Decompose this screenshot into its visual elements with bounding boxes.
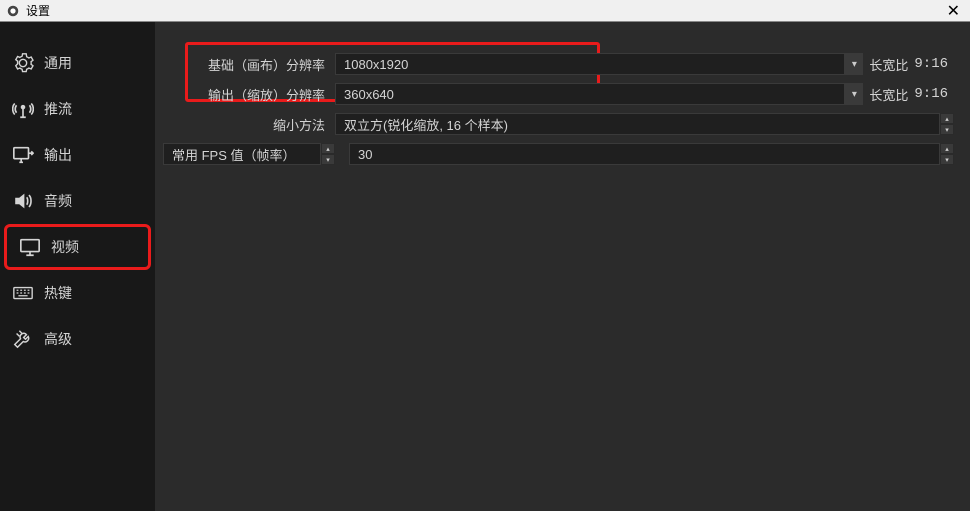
sidebar-item-general[interactable]: 通用	[0, 40, 155, 86]
content-panel: 基础（画布）分辨率 1080x1920 ▾ 长宽比 9:16 输出（缩放）分辨率…	[155, 22, 970, 511]
fps-value-combo[interactable]: 30	[349, 143, 940, 165]
output-resolution-value: 360x640	[344, 87, 394, 102]
app-icon	[6, 4, 20, 18]
aspect-label: 长宽比	[863, 55, 914, 74]
aspect-label: 长宽比	[863, 85, 914, 104]
keyboard-icon	[12, 282, 34, 304]
fps-type-label: 常用 FPS 值（帧率）	[172, 145, 296, 164]
monitor-icon	[19, 236, 41, 258]
output-resolution-combo[interactable]: 360x640	[335, 83, 845, 105]
antenna-icon	[12, 98, 34, 120]
sidebar-item-label: 通用	[44, 53, 72, 73]
fps-type-spinner[interactable]: ▴ ▾	[321, 143, 335, 165]
chevron-down-icon[interactable]: ▾	[321, 154, 335, 165]
fps-type-combo[interactable]: 常用 FPS 值（帧率）	[163, 143, 321, 165]
chevron-up-icon[interactable]: ▴	[321, 143, 335, 154]
sidebar-item-label: 推流	[44, 99, 72, 119]
sidebar-item-hotkeys[interactable]: 热键	[0, 270, 155, 316]
chevron-up-icon[interactable]: ▴	[940, 113, 954, 124]
sidebar-item-label: 高级	[44, 329, 72, 349]
chevron-up-icon[interactable]: ▴	[940, 143, 954, 154]
sidebar-item-label: 热键	[44, 283, 72, 303]
fps-value: 30	[358, 147, 372, 162]
base-resolution-combo[interactable]: 1080x1920	[335, 53, 845, 75]
base-resolution-label: 基础（画布）分辨率	[155, 55, 335, 74]
aspect-value-output: 9:16	[914, 86, 954, 102]
dropdown-icon[interactable]: ▾	[845, 53, 863, 75]
close-button[interactable]: ✕	[943, 1, 964, 21]
sidebar: 通用 推流 输出 音频	[0, 22, 155, 511]
aspect-value-base: 9:16	[914, 56, 954, 72]
sidebar-item-label: 视频	[51, 237, 79, 257]
scale-method-combo[interactable]: 双立方(锐化缩放, 16 个样本)	[335, 113, 940, 135]
speaker-icon	[12, 190, 34, 212]
sidebar-item-output[interactable]: 输出	[0, 132, 155, 178]
chevron-down-icon[interactable]: ▾	[940, 154, 954, 165]
window-title: 设置	[26, 2, 50, 19]
sidebar-item-video[interactable]: 视频	[4, 224, 151, 270]
sidebar-item-stream[interactable]: 推流	[0, 86, 155, 132]
base-resolution-value: 1080x1920	[344, 57, 408, 72]
gear-icon	[12, 52, 34, 74]
scale-method-spinner[interactable]: ▴ ▾	[940, 113, 954, 135]
output-resolution-label: 输出（缩放）分辨率	[155, 85, 335, 104]
sidebar-item-label: 输出	[44, 145, 72, 165]
monitor-arrow-icon	[12, 144, 34, 166]
titlebar: 设置 ✕	[0, 0, 970, 22]
sidebar-item-advanced[interactable]: 高级	[0, 316, 155, 362]
scale-method-value: 双立方(锐化缩放, 16 个样本)	[344, 115, 508, 134]
fps-value-spinner[interactable]: ▴ ▾	[940, 143, 954, 165]
sidebar-item-label: 音频	[44, 191, 72, 211]
scale-method-label: 缩小方法	[155, 115, 335, 134]
titlebar-left: 设置	[6, 2, 50, 19]
dropdown-icon[interactable]: ▾	[845, 83, 863, 105]
chevron-down-icon[interactable]: ▾	[940, 124, 954, 135]
tools-icon	[12, 328, 34, 350]
sidebar-item-audio[interactable]: 音频	[0, 178, 155, 224]
